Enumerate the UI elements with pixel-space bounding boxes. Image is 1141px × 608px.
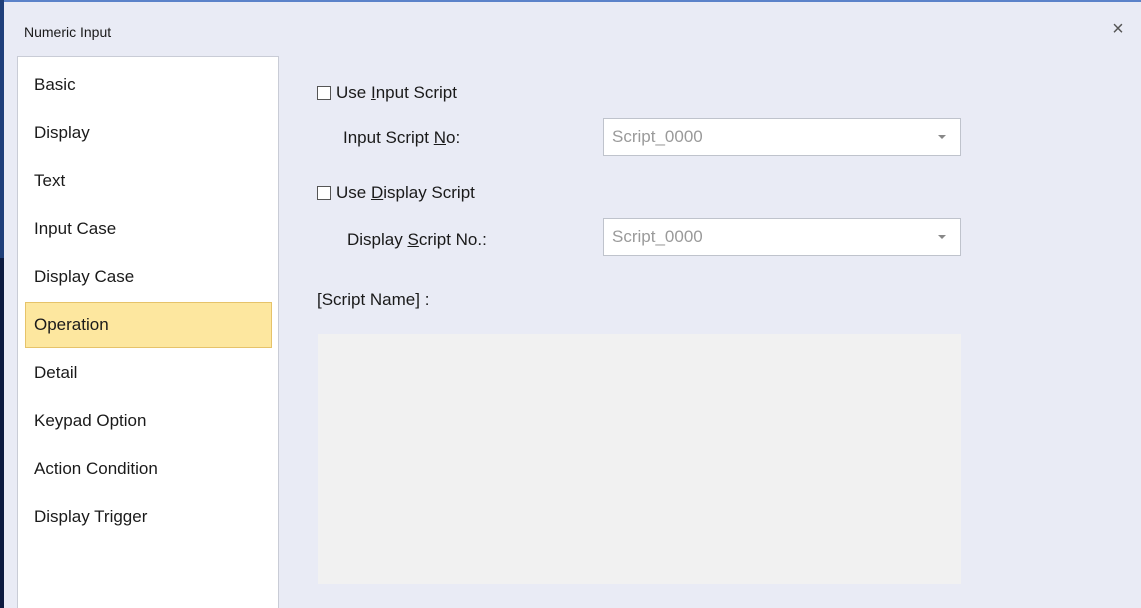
use-input-script-label-post: nput Script (375, 83, 457, 102)
sidebar-item-input-case[interactable]: Input Case (25, 206, 272, 252)
use-display-script-label: Use Display Script (336, 183, 475, 203)
numeric-input-dialog: Numeric Input × Basic Display Text Input… (0, 0, 1141, 608)
use-input-script-checkbox[interactable] (317, 86, 331, 100)
display-script-select[interactable]: Script_0000 (603, 218, 961, 256)
close-icon[interactable]: × (1109, 19, 1127, 39)
use-input-script-label: Use Input Script (336, 83, 457, 103)
input-script-no-label-post: o: (446, 128, 461, 147)
display-script-no-label-post: cript No.: (418, 230, 487, 249)
display-script-no-label: Display Script No.: (347, 230, 487, 250)
input-script-select-value: Script_0000 (612, 127, 703, 146)
dialog-title: Numeric Input (24, 24, 112, 40)
input-script-no-label: Input Script No: (343, 128, 460, 148)
use-display-script-label-post: isplay Script (383, 183, 475, 202)
use-input-script-checkbox-row[interactable]: Use Input Script (317, 83, 457, 103)
sidebar-item-text[interactable]: Text (25, 158, 272, 204)
chevron-down-icon[interactable] (938, 135, 946, 139)
display-script-no-label-pre: Display (347, 230, 408, 249)
use-display-script-label-pre: Use (336, 183, 371, 202)
use-input-script-label-pre: Use (336, 83, 371, 102)
sidebar-item-operation[interactable]: Operation (25, 302, 272, 348)
sidebar-item-action-condition[interactable]: Action Condition (25, 446, 272, 492)
sidebar-item-detail[interactable]: Detail (25, 350, 272, 396)
operation-panel: Use Input Script Input Script No: Script… (280, 56, 1141, 608)
sidebar-item-keypad-option[interactable]: Keypad Option (25, 398, 272, 444)
window-left-edge-shadow (0, 258, 4, 608)
sidebar-item-basic[interactable]: Basic (25, 62, 272, 108)
input-script-no-label-pre: Input Script (343, 128, 434, 147)
sidebar-item-display-trigger[interactable]: Display Trigger (25, 494, 272, 540)
chevron-down-icon[interactable] (938, 235, 946, 239)
input-script-select[interactable]: Script_0000 (603, 118, 961, 156)
sidebar-item-display-case[interactable]: Display Case (25, 254, 272, 300)
display-script-no-label-accel: S (407, 230, 419, 249)
sidebar-item-display[interactable]: Display (25, 110, 272, 156)
use-display-script-checkbox-row[interactable]: Use Display Script (317, 183, 475, 203)
input-script-no-label-accel: N (433, 128, 446, 147)
category-sidebar: Basic Display Text Input Case Display Ca… (17, 56, 279, 608)
title-bar: Numeric Input × (4, 0, 1141, 55)
script-name-display-area (318, 334, 961, 584)
script-name-label: [Script Name] : (317, 290, 430, 309)
display-script-select-value: Script_0000 (612, 227, 703, 246)
use-display-script-checkbox[interactable] (317, 186, 331, 200)
use-display-script-label-accel: D (370, 183, 384, 202)
